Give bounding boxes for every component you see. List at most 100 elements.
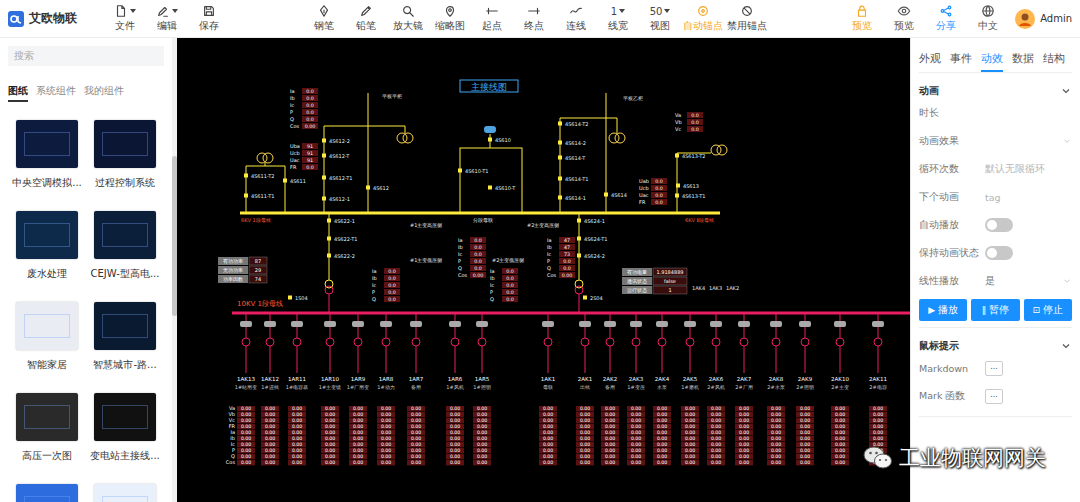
tool-button[interactable]: 连线	[555, 4, 597, 33]
user-menu[interactable]: Admin	[1015, 9, 1072, 29]
inspector-tab[interactable]: 结构	[1043, 52, 1065, 72]
tool-button[interactable]: 放大镜	[387, 4, 429, 33]
feeder[interactable]: 1AK121#进线0.000.000.000.000.000.000.000.0…	[261, 313, 279, 465]
tool-button[interactable]: 禁用锚点	[725, 4, 769, 33]
transformer-icon[interactable]	[397, 133, 413, 143]
breaker[interactable]: 4S614-T2	[558, 121, 588, 127]
sidebar-tab[interactable]: 系统组件	[36, 84, 76, 102]
feeder[interactable]: 1AR111#电容器0.000.000.000.000.000.000.000.…	[286, 313, 308, 465]
breaker[interactable]: 4S613	[676, 183, 699, 189]
template-card[interactable]: 智慧城市-路...	[86, 302, 164, 372]
feeder[interactable]: 1AR61#风机0.000.000.000.000.000.000.000.00…	[446, 313, 464, 465]
breaker[interactable]: 2S04	[583, 295, 603, 301]
more-button[interactable]: ...	[985, 389, 1003, 404]
feeder[interactable]: 1AR101#主变馈0.000.000.000.000.000.000.000.…	[319, 313, 341, 465]
feeder[interactable]: 2AK51#磨机0.000.000.000.000.000.000.000.00…	[681, 313, 699, 465]
breaker[interactable]: 4S610-T	[488, 185, 516, 191]
single-line-diagram[interactable]: 主接线图6KV 1段母线6KV Ⅱ段母线10KV 1段母线平板平柜平板乙柜分段母…	[177, 38, 910, 502]
menu-button[interactable]: 保存	[188, 4, 230, 33]
sidebar-tab[interactable]: 图纸	[8, 84, 28, 102]
breaker[interactable]: 4S624-2	[577, 253, 605, 259]
transformer-icon[interactable]	[711, 145, 727, 155]
breaker[interactable]: 4S614-1	[558, 195, 586, 201]
switch-pill[interactable]	[484, 126, 496, 133]
breaker[interactable]: 4S611-T1	[244, 193, 274, 199]
tool-button[interactable]: 终点	[513, 4, 555, 33]
select[interactable]	[985, 136, 1072, 146]
feeder[interactable]: 2AK72#厂用0.000.000.000.000.000.000.000.00…	[735, 313, 753, 465]
canvas[interactable]: 主接线图6KV 1段母线6KV Ⅱ段母线10KV 1段母线平板平柜平板乙柜分段母…	[177, 38, 910, 502]
text-input[interactable]: tag	[985, 192, 1072, 203]
tool-button[interactable]: 1线宽	[597, 4, 639, 33]
action-button[interactable]: 中文	[967, 4, 1009, 33]
breaker[interactable]: 4S614-T1	[558, 176, 588, 182]
template-card[interactable]	[8, 484, 86, 502]
feeder[interactable]: 2AK2备用0.000.000.000.000.000.000.000.000.…	[601, 313, 619, 465]
feeder[interactable]: 2AK62#风机0.000.000.000.000.000.000.000.00…	[707, 313, 725, 465]
section-header[interactable]: 动画	[919, 83, 1072, 99]
feeder[interactable]: 2AK112#电容0.000.000.000.000.000.000.000.0…	[869, 313, 887, 465]
feeder[interactable]: 2AK4水泵0.000.000.000.000.000.000.000.000.…	[653, 313, 671, 465]
breaker[interactable]: 4S624-T1	[577, 236, 607, 242]
menu-button[interactable]: 编辑	[146, 4, 188, 33]
inspector-tab[interactable]: 事件	[950, 52, 972, 72]
feeder[interactable]: 1AK1母联0.000.000.000.000.000.000.000.000.…	[539, 313, 557, 465]
feeder[interactable]: 2AK1出线0.000.000.000.000.000.000.000.000.…	[576, 313, 594, 465]
breaker[interactable]: 1S04	[288, 295, 308, 301]
breaker[interactable]: 4S613-T1	[675, 193, 705, 199]
breaker[interactable]: 4S612-T	[322, 153, 350, 159]
breaker[interactable]: 4S622-T1	[327, 236, 357, 242]
busbar[interactable]: 6KV Ⅱ段母线	[477, 213, 720, 223]
toggle-switch[interactable]	[985, 246, 1013, 260]
inspector-tab[interactable]: 动效	[981, 52, 1003, 72]
breaker[interactable]: 4S614-2	[558, 140, 586, 146]
template-card[interactable]: 废水处理	[8, 211, 86, 281]
scrollbar-thumb[interactable]	[172, 156, 177, 316]
template-card[interactable]	[86, 484, 164, 502]
playback-button[interactable]: ⊡停止	[1024, 299, 1072, 321]
feeder[interactable]: 1AR81#动力0.000.000.000.000.000.000.000.00…	[377, 313, 395, 465]
breaker[interactable]: 4S624-1	[577, 218, 605, 224]
feeder[interactable]: 2AK92#照明0.000.000.000.000.000.000.000.00…	[796, 313, 814, 465]
breaker[interactable]: 4S622-2	[327, 253, 355, 259]
playback-button[interactable]: ▶播放	[919, 299, 967, 321]
text-input[interactable]: 默认无限循环	[985, 163, 1072, 176]
sidebar-tab[interactable]: 我的组件	[84, 84, 124, 102]
feeder[interactable]: 2AK31#变压0.000.000.000.000.000.000.000.00…	[627, 313, 645, 465]
breaker[interactable]: 4S614	[604, 192, 627, 198]
template-card[interactable]: 高压一次图	[8, 393, 86, 463]
scrollbar[interactable]	[172, 38, 177, 502]
breaker[interactable]: 4S610-T1	[458, 168, 488, 174]
feeder[interactable]: 2AK82#水泵0.000.000.000.000.000.000.000.00…	[767, 313, 785, 465]
busbar[interactable]: 10KV 1段母线	[232, 300, 910, 313]
more-button[interactable]: ...	[985, 361, 1003, 376]
tool-button[interactable]: 铅笔	[345, 4, 387, 33]
playback-button[interactable]: ‖暂停	[971, 299, 1019, 321]
select[interactable]: 是	[985, 275, 1072, 288]
breaker[interactable]: 4S611	[283, 178, 306, 184]
breaker[interactable]: 4S610	[488, 137, 511, 143]
tool-button[interactable]: 50视图	[639, 4, 681, 33]
template-card[interactable]: 过程控制系统	[86, 120, 164, 190]
inspector-tab[interactable]: 数据	[1012, 52, 1034, 72]
action-button[interactable]: 预览	[883, 4, 925, 33]
breaker[interactable]: 4S612-2	[322, 138, 350, 144]
template-card[interactable]: CEJW-型高电...	[86, 211, 164, 281]
transformer-icon[interactable]	[575, 280, 583, 294]
breaker[interactable]: 4S622-1	[327, 218, 355, 224]
section-header[interactable]: 鼠标提示	[919, 338, 1072, 354]
tool-button[interactable]: 缩略图	[429, 4, 471, 33]
breaker[interactable]: 4S613-T2	[675, 153, 705, 159]
breaker[interactable]: 4S612	[366, 185, 389, 191]
feeder[interactable]: 1AR51#照明0.000.000.000.000.000.000.000.00…	[473, 313, 491, 465]
transformer-icon[interactable]	[609, 133, 625, 143]
action-button[interactable]: 分享	[925, 4, 967, 33]
feeder[interactable]: 1AK131#站用变0.000.000.000.000.000.000.000.…	[235, 313, 257, 465]
template-card[interactable]: 变电站主接线...	[86, 393, 164, 463]
logo[interactable]: 艾欧物联	[0, 10, 104, 27]
feeder[interactable]: 2AK102#主变0.000.000.000.000.000.000.000.0…	[831, 313, 849, 465]
template-card[interactable]: 中央空调模拟...	[8, 120, 86, 190]
breaker[interactable]: 4S612-T1	[322, 175, 352, 181]
action-button[interactable]: 预览	[841, 4, 883, 33]
template-card[interactable]: 智能家居	[8, 302, 86, 372]
